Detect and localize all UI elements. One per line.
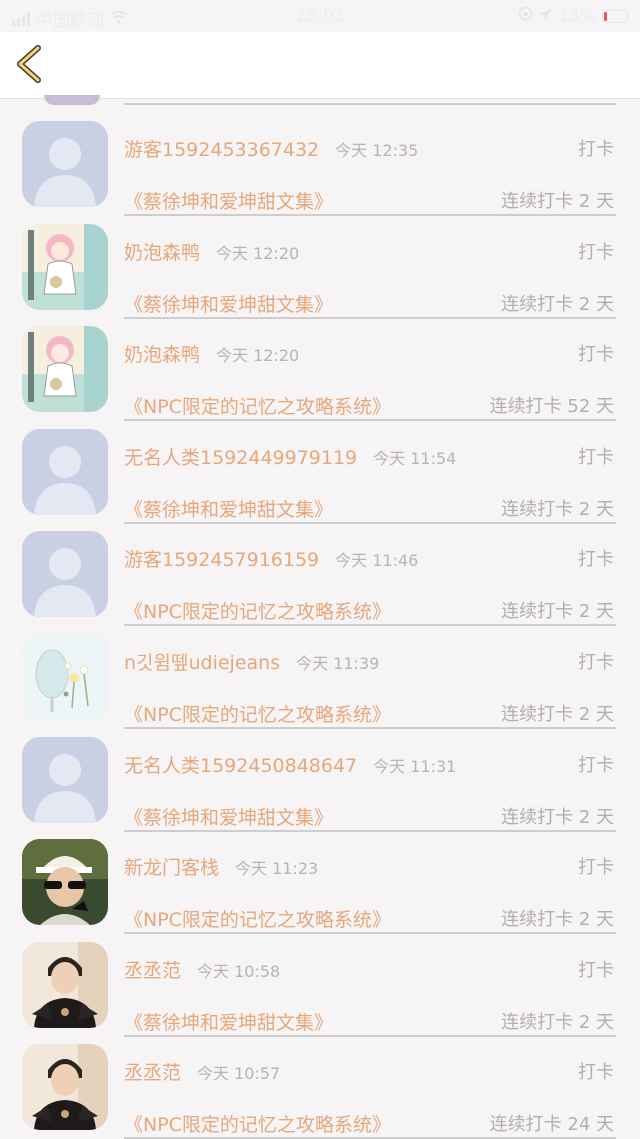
chevron-left-icon bbox=[17, 45, 41, 83]
checkin-action-label: 打卡 bbox=[578, 344, 614, 366]
checkin-time: 今天 11:54 bbox=[373, 448, 457, 468]
checkin-action-label: 打卡 bbox=[578, 446, 614, 468]
user-name[interactable]: 丞丞范 今天 10:58 bbox=[124, 956, 280, 983]
user-name-text: 游客1592457916159 bbox=[124, 549, 320, 572]
book-title[interactable]: 《蔡徐坤和爱坤甜文集》 bbox=[124, 290, 333, 317]
checkin-time: 今天 10:58 bbox=[197, 961, 281, 981]
user-name[interactable]: 新龙门客栈 今天 11:23 bbox=[124, 853, 318, 880]
checkin-time: 今天 10:57 bbox=[197, 1064, 281, 1084]
status-right: 13% bbox=[518, 6, 628, 26]
book-title[interactable]: 《NPC限定的记忆之攻略系统》 bbox=[124, 597, 391, 624]
checkin-time: 今天 11:39 bbox=[296, 653, 380, 673]
streak-count: 连续打卡 52 天 bbox=[489, 396, 614, 418]
user-name-text: n깃윔뗖udiejeans bbox=[124, 651, 281, 674]
user-name-text: 游客1592453367432 bbox=[124, 139, 320, 161]
book-title[interactable]: 《蔡徐坤和爱坤甜文集》 bbox=[124, 1008, 333, 1035]
checkin-action-label: 打卡 bbox=[578, 549, 614, 571]
battery-icon bbox=[602, 9, 628, 23]
book-title[interactable]: 《NPC限定的记忆之攻略系统》 bbox=[124, 700, 391, 727]
avatar-default-user[interactable] bbox=[22, 736, 108, 823]
streak-count: 连续打卡 2 天 bbox=[501, 703, 614, 725]
checkin-time: 今天 11:23 bbox=[235, 859, 319, 879]
checkin-action-label: 打卡 bbox=[578, 754, 614, 776]
user-name[interactable]: 奶泡森鸭 今天 12:20 bbox=[124, 340, 299, 367]
checkin-list[interactable]: 游客1592453367432 今天 12:35 打卡 《蔡徐坤和爱坤甜文集》 连… bbox=[0, 95, 640, 1139]
book-title[interactable]: 《NPC限定的记忆之攻略系统》 bbox=[124, 392, 391, 419]
book-title[interactable]: 《蔡徐坤和爱坤甜文集》 bbox=[124, 187, 333, 214]
checkin-row[interactable]: 游客1592457916159 今天 11:46 打卡 《NPC限定的记忆之攻略系… bbox=[0, 519, 640, 627]
location-icon bbox=[539, 6, 552, 26]
avatar-default-user[interactable] bbox=[22, 531, 108, 618]
book-title[interactable]: 《NPC限定的记忆之攻略系统》 bbox=[124, 1110, 391, 1137]
avatar-flower-glass[interactable] bbox=[22, 633, 108, 720]
user-name-text: 新龙门客栈 bbox=[124, 857, 220, 880]
user-name-text: 奶泡森鸭 bbox=[124, 241, 201, 264]
checkin-row[interactable]: n깃윔뗖udiejeans 今天 11:39 打卡 《NPC限定的记忆之攻略系统》… bbox=[0, 622, 640, 729]
checkin-row[interactable]: 游客1592453367432 今天 12:35 打卡 《蔡徐坤和爱坤甜文集》 连… bbox=[0, 109, 640, 216]
checkin-action-label: 打卡 bbox=[578, 959, 614, 981]
checkin-time: 今天 12:20 bbox=[216, 346, 300, 366]
checkin-action-label: 打卡 bbox=[578, 651, 614, 673]
user-name[interactable]: 无名人类1592449979119 今天 11:54 bbox=[124, 443, 456, 470]
avatar-boy-photo[interactable] bbox=[22, 1044, 108, 1131]
user-name[interactable]: 奶泡森鸭 今天 12:20 bbox=[124, 238, 299, 265]
checkin-row[interactable]: 无名人类1592450848647 今天 11:31 打卡 《蔡徐坤和爱坤甜文集》… bbox=[0, 725, 640, 832]
user-name-text: 无名人类1592450848647 bbox=[124, 754, 358, 777]
book-title[interactable]: 《NPC限定的记忆之攻略系统》 bbox=[124, 905, 391, 932]
checkin-time: 今天 11:31 bbox=[373, 756, 457, 776]
user-name-text: 丞丞范 bbox=[124, 959, 182, 982]
row-divider bbox=[124, 103, 616, 105]
avatar-default-user[interactable] bbox=[22, 121, 108, 207]
user-name[interactable]: 游客1592457916159 今天 11:46 bbox=[124, 545, 418, 572]
streak-count: 连续打卡 2 天 bbox=[501, 191, 614, 212]
user-name[interactable]: 丞丞范 今天 10:57 bbox=[124, 1058, 280, 1085]
checkin-time: 今天 11:46 bbox=[335, 551, 419, 571]
battery-percent: 13% bbox=[558, 6, 596, 26]
streak-count: 连续打卡 2 天 bbox=[501, 601, 614, 623]
checkin-action-label: 打卡 bbox=[578, 1062, 614, 1084]
checkin-row[interactable]: 新龙门客栈 今天 11:23 打卡 《NPC限定的记忆之攻略系统》 连续打卡 2 … bbox=[0, 827, 640, 935]
checkin-action-label: 打卡 bbox=[578, 857, 614, 879]
checkin-row[interactable]: 奶泡森鸭 今天 12:20 打卡 《NPC限定的记忆之攻略系统》 连续打卡 52 … bbox=[0, 314, 640, 422]
avatar bbox=[44, 95, 100, 105]
user-name-text: 丞丞范 bbox=[124, 1062, 182, 1085]
streak-count: 连续打卡 2 天 bbox=[501, 806, 614, 828]
checkin-time: 今天 12:35 bbox=[335, 141, 419, 160]
checkin-row[interactable]: 丞丞范 今天 10:58 打卡 《蔡徐坤和爱坤甜文集》 连续打卡 2 天 bbox=[0, 930, 640, 1037]
checkin-row[interactable]: 丞丞范 今天 10:57 打卡 《NPC限定的记忆之攻略系统》 连续打卡 24 天 bbox=[0, 1032, 640, 1139]
avatar-boy-photo[interactable] bbox=[22, 941, 108, 1028]
avatar-anime-girl[interactable] bbox=[22, 326, 108, 413]
streak-count: 连续打卡 2 天 bbox=[501, 1011, 614, 1033]
streak-count: 连续打卡 24 天 bbox=[489, 1114, 614, 1136]
streak-count: 连续打卡 2 天 bbox=[501, 293, 614, 315]
rotation-lock-icon bbox=[518, 6, 533, 26]
book-title[interactable]: 《蔡徐坤和爱坤甜文集》 bbox=[124, 803, 333, 830]
book-title[interactable]: 《蔡徐坤和爱坤甜文集》 bbox=[124, 495, 333, 522]
checkin-action-label: 打卡 bbox=[578, 139, 614, 160]
streak-count: 连续打卡 2 天 bbox=[501, 498, 614, 520]
user-name-text: 奶泡森鸭 bbox=[124, 344, 201, 367]
checkin-row[interactable]: 奶泡森鸭 今天 12:20 打卡 《蔡徐坤和爱坤甜文集》 连续打卡 2 天 bbox=[0, 212, 640, 319]
checkin-action-label: 打卡 bbox=[578, 241, 614, 263]
user-name[interactable]: 无名人类1592450848647 今天 11:31 bbox=[124, 751, 456, 778]
back-button[interactable] bbox=[10, 42, 54, 86]
checkin-row[interactable]: 无名人类1592449979119 今天 11:54 打卡 《蔡徐坤和爱坤甜文集》… bbox=[0, 417, 640, 524]
checkin-time: 今天 12:20 bbox=[216, 243, 300, 263]
user-name[interactable]: n깃윔뗖udiejeans 今天 11:39 bbox=[124, 648, 379, 675]
partial-row bbox=[0, 95, 640, 109]
user-name-text: 无名人类1592449979119 bbox=[124, 446, 358, 469]
avatar-default-user[interactable] bbox=[22, 428, 108, 515]
avatar-cap-boy[interactable] bbox=[22, 839, 108, 926]
status-bar: 中国移动 23:03 13% bbox=[0, 0, 640, 32]
user-name[interactable]: 游客1592453367432 今天 12:35 bbox=[124, 135, 418, 162]
streak-count: 连续打卡 2 天 bbox=[501, 909, 614, 931]
nav-bar bbox=[0, 32, 640, 99]
avatar-anime-girl[interactable] bbox=[22, 223, 108, 310]
